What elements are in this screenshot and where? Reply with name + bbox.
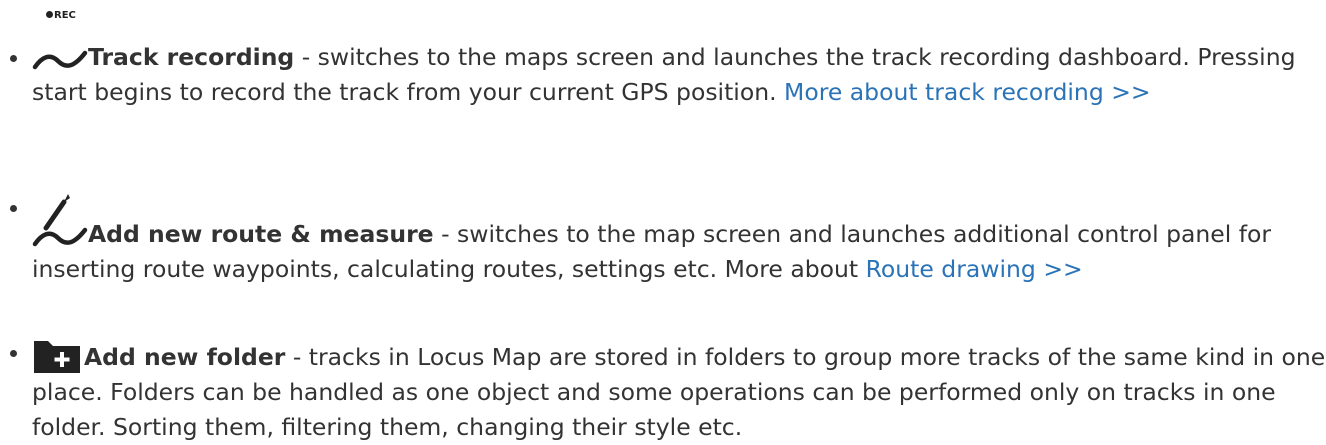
item-title: Add new folder — [84, 343, 286, 371]
list-item-track-recording: REC Track recording - switches to the ma… — [0, 11, 1326, 110]
add-folder-icon — [32, 335, 84, 375]
list-item-route-measure: Add new route & measure - switches to th… — [0, 190, 1326, 287]
item-title: Add new route & measure — [88, 220, 434, 248]
more-about-track-recording-link[interactable]: More about track recording >> — [784, 78, 1151, 106]
rec-dot-icon — [46, 11, 53, 18]
bullet-dot — [10, 55, 17, 62]
item-title: Track recording — [88, 43, 295, 71]
bullet-dot — [10, 350, 17, 357]
bullet-dot — [10, 205, 17, 212]
route-drawing-link[interactable]: Route drawing >> — [866, 255, 1083, 283]
list-item-add-folder: Add new folder - tracks in Locus Map are… — [0, 335, 1326, 445]
track-recording-icon: REC — [32, 11, 88, 75]
rec-label: REC — [54, 10, 76, 21]
route-measure-icon — [32, 190, 88, 252]
